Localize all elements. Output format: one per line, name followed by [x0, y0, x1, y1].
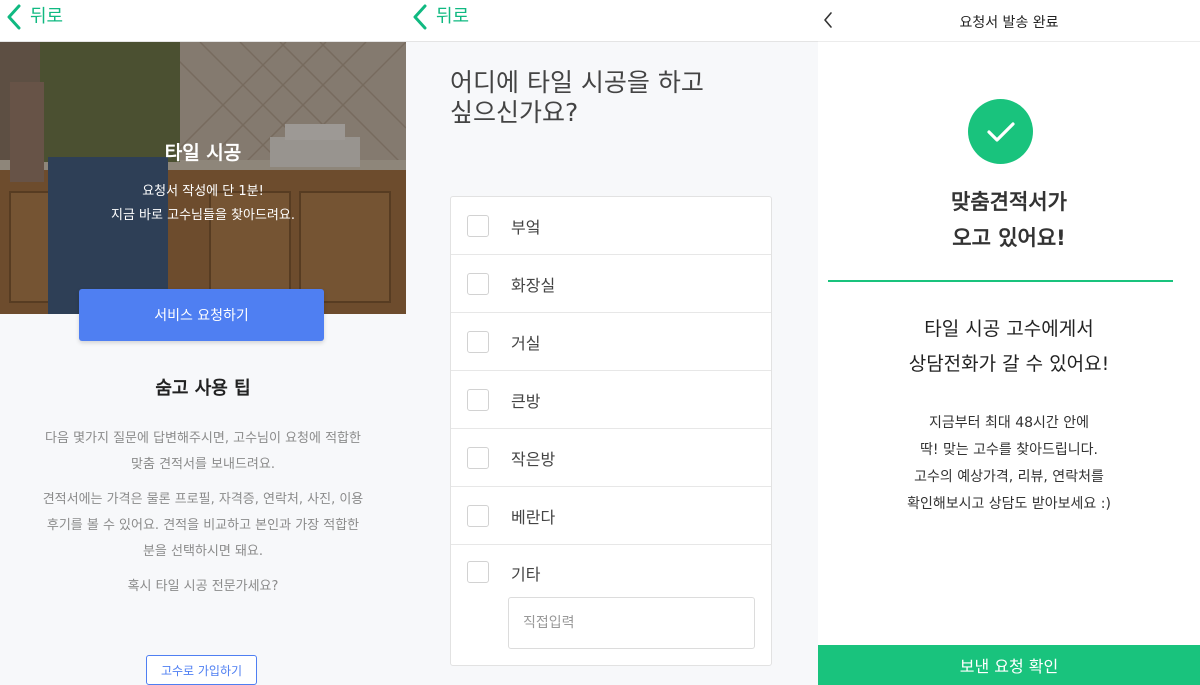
desc-line: 고수의 예상가격, 리뷰, 연락처를 [914, 469, 1104, 485]
hero-subtitle-line: 지금 바로 고수님들을 찾아드려요. [111, 208, 295, 223]
question-line: 어디에 타일 시공을 하고 [450, 68, 704, 97]
question-line: 싶으신가요? [450, 98, 579, 127]
hero-title: 타일 시공 [164, 142, 242, 164]
desc-line: 확인해보시고 상담도 받아보세요 :) [907, 496, 1111, 512]
options-list: 부엌 화장실 거실 큰방 작은방 베란다 기타 [450, 196, 772, 666]
done-line: 맞춤견적서가 [951, 190, 1067, 214]
info-title: 타일 시공 고수에게서 상담전화가 갈 수 있어요! [818, 312, 1200, 382]
back-label: 뒤로 [436, 6, 470, 27]
check-icon [986, 121, 1015, 142]
tips-title: 숨고 사용 팁 [155, 378, 251, 399]
option-other[interactable]: 기타 [451, 545, 771, 667]
other-input[interactable] [508, 597, 755, 649]
back-button[interactable]: 뒤로 [6, 4, 63, 30]
top-bar: 뒤로 [0, 0, 406, 42]
tips-line: 맞춤 견적서를 보내드려요. [131, 457, 275, 472]
option-label: 베란다 [511, 507, 556, 527]
tips-line: 견적서에는 가격은 물론 프로필, 자격증, 연락처, 사진, 이용 [42, 492, 364, 507]
tips-line: 다음 몇가지 질문에 답변해주시면, 고수님이 요청에 적합한 [45, 431, 361, 446]
desc-line: 지금부터 최대 48시간 안에 [929, 415, 1089, 431]
success-badge [968, 99, 1033, 164]
back-label: 뒤로 [30, 6, 64, 27]
checkbox[interactable] [467, 272, 489, 295]
option-small-room[interactable]: 작은방 [451, 429, 771, 487]
option-living-room[interactable]: 거실 [451, 313, 771, 371]
hero-overlay [0, 42, 406, 314]
request-service-button[interactable]: 서비스 요청하기 [79, 289, 324, 341]
checkbox[interactable] [467, 330, 489, 353]
option-label: 작은방 [511, 449, 556, 469]
option-label: 부엌 [511, 217, 541, 237]
info-line: 타일 시공 고수에게서 [924, 318, 1094, 340]
join-as-pro-button[interactable]: 고수로 가입하기 [146, 655, 257, 685]
back-button[interactable]: 뒤로 [412, 4, 469, 30]
hero-banner: 타일 시공 요청서 작성에 단 1분! 지금 바로 고수님들을 찾아드려요. [0, 42, 406, 314]
pro-question: 혹시 타일 시공 전문가세요? [127, 579, 279, 594]
done-line: 오고 있어요! [952, 226, 1066, 250]
checkbox[interactable] [467, 388, 489, 411]
info-line: 상담전화가 갈 수 있어요! [908, 353, 1110, 375]
question-screen: 뒤로 어디에 타일 시공을 하고 싶으신가요? 부엌 화장실 거실 큰방 작은방 [406, 0, 818, 685]
hero-subtitle: 요청서 작성에 단 1분! 지금 바로 고수님들을 찾아드려요. [0, 180, 406, 228]
option-master-room[interactable]: 큰방 [451, 371, 771, 429]
desc-line: 딱! 맞는 고수를 찾아드립니다. [920, 442, 1098, 458]
tips-line: 분을 선택하시면 돼요. [142, 544, 264, 559]
divider [828, 280, 1173, 282]
checkbox[interactable] [467, 504, 489, 527]
checkbox[interactable] [467, 446, 489, 469]
option-label: 화장실 [511, 275, 556, 295]
checkbox[interactable] [467, 214, 489, 237]
top-bar: 뒤로 [406, 0, 818, 42]
service-intro-screen: 뒤로 타일 시공 요청서 작성에 단 1분! 지금 바로 고수님들을 찾아드려요… [0, 0, 406, 685]
request-sent-screen: 요청서 발송 완료 맞춤견적서가 오고 있어요! 타일 시공 고수에게서 상담전… [818, 0, 1200, 685]
chevron-left-icon [7, 4, 21, 30]
top-bar: 요청서 발송 완료 [818, 0, 1200, 42]
hero-subtitle-line: 요청서 작성에 단 1분! [142, 184, 264, 199]
option-balcony[interactable]: 베란다 [451, 487, 771, 545]
checkbox[interactable] [467, 561, 489, 583]
tips-paragraph: 다음 몇가지 질문에 답변해주시면, 고수님이 요청에 적합한 맞춤 견적서를 … [14, 426, 392, 478]
view-sent-requests-button[interactable]: 보낸 요청 확인 [818, 645, 1200, 685]
option-bathroom[interactable]: 화장실 [451, 255, 771, 313]
info-description: 지금부터 최대 48시간 안에 딱! 맞는 고수를 찾아드립니다. 고수의 예상… [818, 410, 1200, 518]
question-title: 어디에 타일 시공을 하고 싶으신가요? [450, 68, 704, 128]
option-label: 기타 [511, 565, 541, 584]
option-label: 큰방 [511, 391, 541, 411]
chevron-left-icon [413, 4, 427, 30]
done-title: 맞춤견적서가 오고 있어요! [818, 184, 1200, 256]
option-kitchen[interactable]: 부엌 [451, 197, 771, 255]
tips-line: 후기를 볼 수 있어요. 견적을 비교하고 본인과 가장 적합한 [46, 518, 360, 533]
page-title: 요청서 발송 완료 [959, 15, 1059, 31]
tips-paragraph: 견적서에는 가격은 물론 프로필, 자격증, 연락처, 사진, 이용 후기를 볼… [14, 487, 392, 565]
option-label: 거실 [511, 333, 541, 353]
